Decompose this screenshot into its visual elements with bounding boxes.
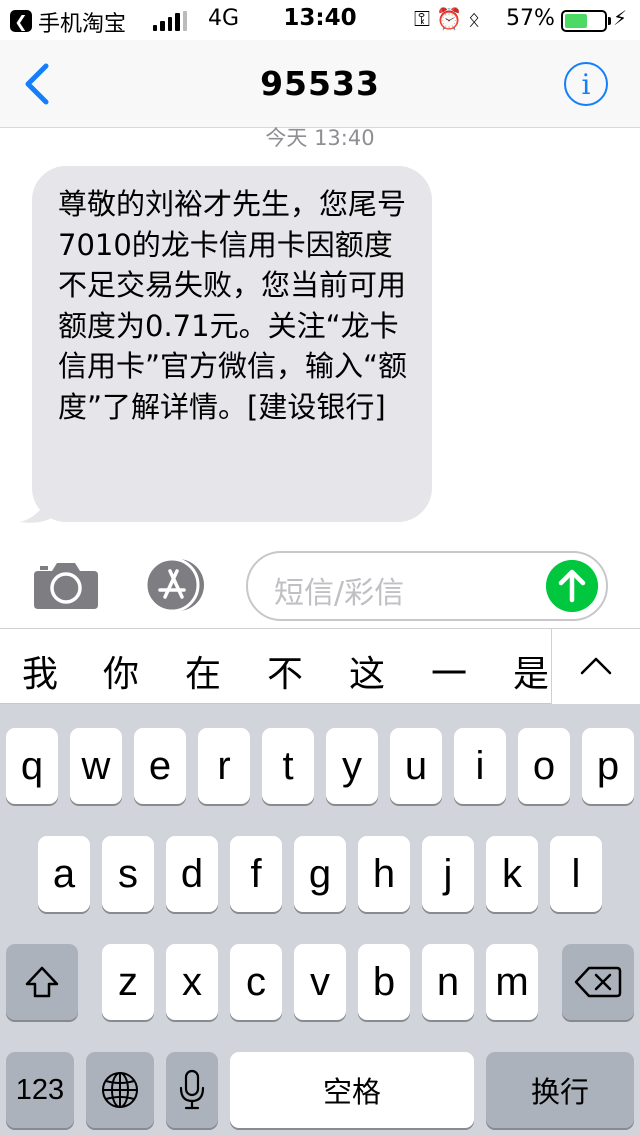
key-u[interactable]: u	[390, 728, 442, 804]
key-d[interactable]: d	[166, 836, 218, 912]
key-i[interactable]: i	[454, 728, 506, 804]
candidate-word[interactable]: 一	[431, 645, 467, 697]
key-g[interactable]: g	[294, 836, 346, 912]
key-l[interactable]: l	[550, 836, 602, 912]
key-z[interactable]: z	[102, 944, 154, 1020]
microphone-icon	[179, 1069, 205, 1110]
conversation-title: 95533	[260, 64, 380, 103]
battery-percent: 57%	[506, 6, 555, 31]
space-key[interactable]: 空格	[230, 1052, 474, 1128]
status-bar: ❮ 手机淘宝 4G 13:40 ⚿⏰ᛟ 57% ⚡	[0, 0, 640, 40]
send-arrow-icon[interactable]	[546, 560, 598, 612]
key-s[interactable]: s	[102, 836, 154, 912]
info-icon[interactable]: i	[564, 62, 608, 106]
key-t[interactable]: t	[262, 728, 314, 804]
delete-key[interactable]	[562, 944, 634, 1020]
app-store-icon[interactable]	[140, 557, 212, 613]
charging-icon: ⚡	[613, 6, 628, 30]
key-e[interactable]: e	[134, 728, 186, 804]
key-v[interactable]: v	[294, 944, 346, 1020]
bluetooth-icon: ᛟ	[468, 7, 487, 31]
globe-key[interactable]	[86, 1052, 154, 1128]
delete-icon	[574, 966, 622, 998]
shift-icon	[25, 966, 59, 998]
candidate-word[interactable]: 你	[103, 645, 139, 697]
key-c[interactable]: c	[230, 944, 282, 1020]
key-p[interactable]: p	[582, 728, 634, 804]
key-a[interactable]: a	[38, 836, 90, 912]
key-q[interactable]: q	[6, 728, 58, 804]
candidate-bar: 我 你 在 不 这 一 是	[0, 628, 640, 704]
key-j[interactable]: j	[422, 836, 474, 912]
candidate-word[interactable]: 我	[22, 645, 58, 697]
expand-candidates-button[interactable]	[551, 629, 640, 704]
message-input[interactable]: 短信/彩信	[246, 551, 608, 621]
alarm-icon: ⏰	[435, 7, 469, 31]
incoming-message-bubble[interactable]: 尊敬的刘裕才先生，您尾号7010的龙卡信用卡因额度不足交易失败，您当前可用额度为…	[32, 166, 432, 522]
navigation-bar: 95533 i	[0, 40, 640, 128]
key-o[interactable]: o	[518, 728, 570, 804]
key-k[interactable]: k	[486, 836, 538, 912]
candidate-word[interactable]: 不	[267, 645, 303, 697]
key-f[interactable]: f	[230, 836, 282, 912]
battery-icon	[561, 10, 611, 32]
globe-icon	[102, 1072, 138, 1108]
candidate-word[interactable]: 是	[513, 645, 549, 697]
chevron-up-icon	[580, 657, 612, 675]
key-x[interactable]: x	[166, 944, 218, 1020]
return-key[interactable]: 换行	[486, 1052, 634, 1128]
numbers-key[interactable]: 123	[6, 1052, 74, 1128]
message-input-placeholder: 短信/彩信	[274, 576, 405, 611]
key-r[interactable]: r	[198, 728, 250, 804]
key-w[interactable]: w	[70, 728, 122, 804]
status-icons: ⚿⏰ᛟ	[414, 7, 486, 32]
camera-icon[interactable]	[34, 559, 98, 609]
candidate-word[interactable]: 在	[185, 645, 221, 697]
key-m[interactable]: m	[486, 944, 538, 1020]
message-timestamp: 今天 13:40	[265, 126, 375, 150]
key-h[interactable]: h	[358, 836, 410, 912]
microphone-key[interactable]	[166, 1052, 218, 1128]
orientation-lock-icon: ⚿	[414, 7, 436, 31]
key-n[interactable]: n	[422, 944, 474, 1020]
key-y[interactable]: y	[326, 728, 378, 804]
candidate-word[interactable]: 这	[349, 645, 385, 697]
shift-key[interactable]	[6, 944, 78, 1020]
keyboard: q w e r t y u i o p a s d f g h j k l z …	[0, 704, 640, 1136]
key-b[interactable]: b	[358, 944, 410, 1020]
